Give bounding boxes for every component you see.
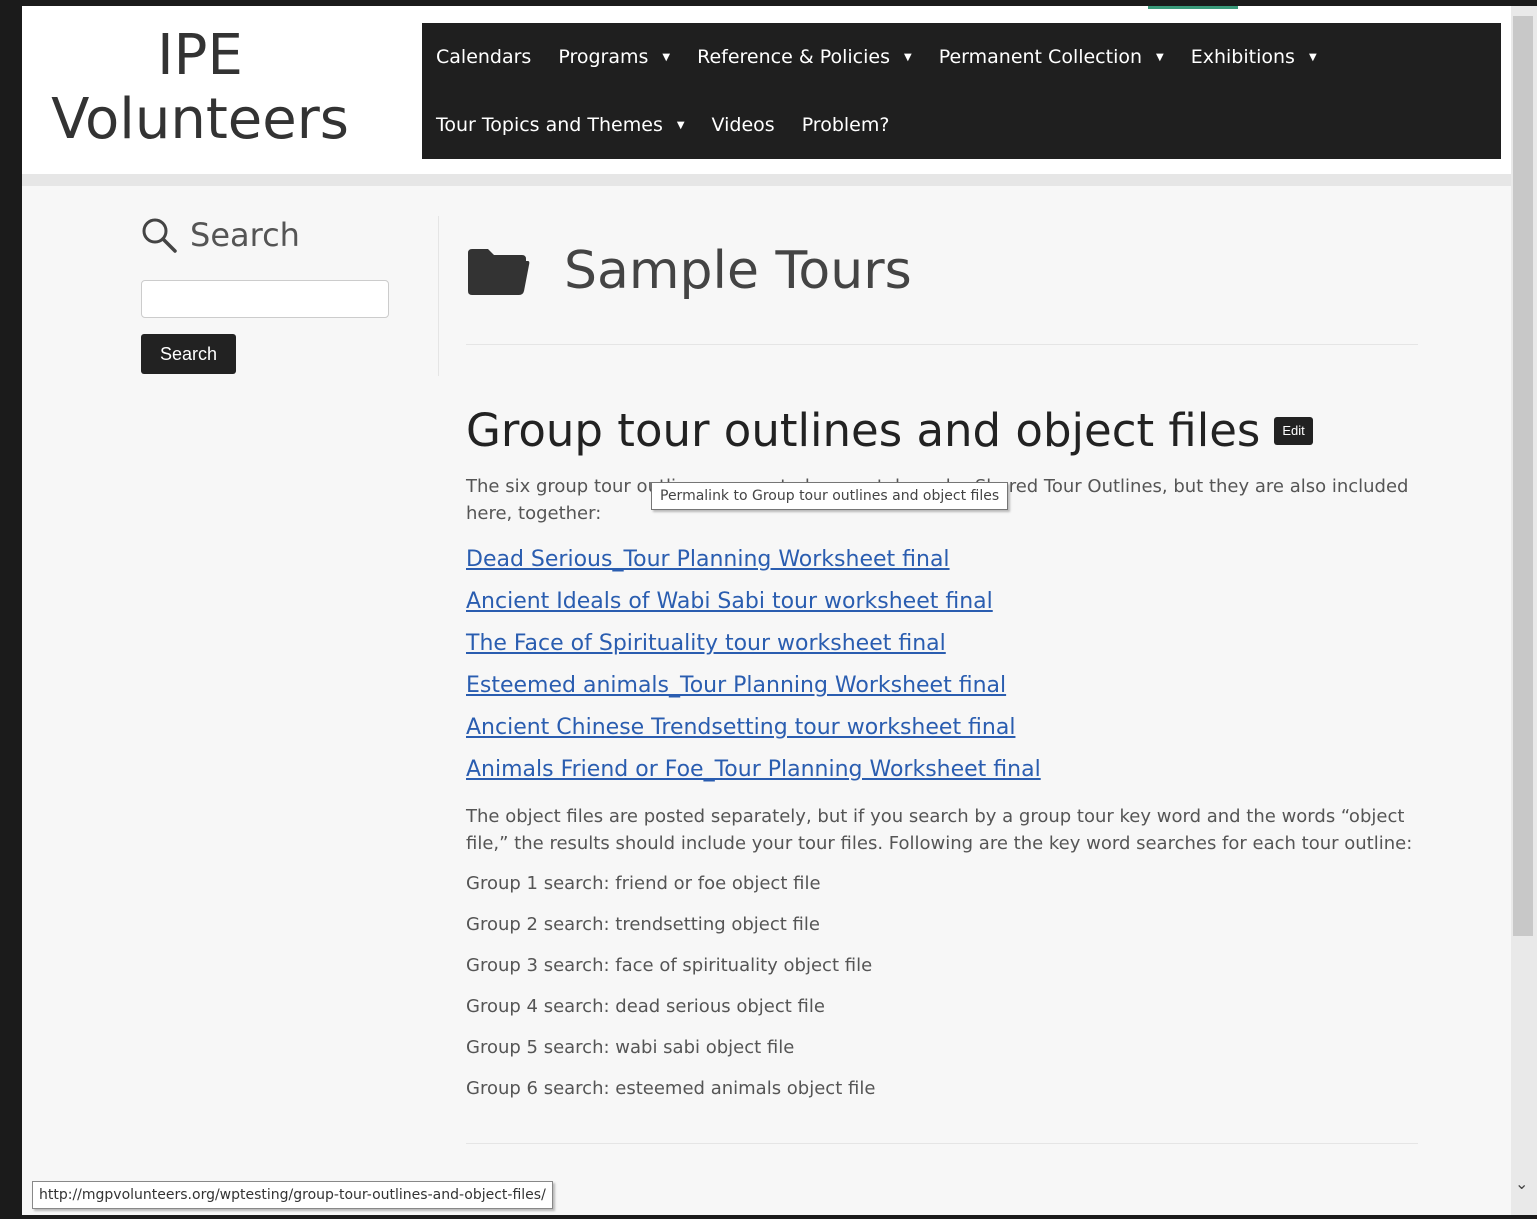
caret-down-icon: ▼ [903,51,912,63]
nav-item-calendars[interactable]: Calendars [436,46,531,68]
nav-item-label: Videos [711,114,775,136]
nav-item-label: Exhibitions [1190,46,1295,68]
nav-item-label: Tour Topics and Themes [436,114,663,136]
nav-item-programs[interactable]: Programs ▼ [558,46,670,68]
nav-item-permanent-collection[interactable]: Permanent Collection ▼ [939,46,1164,68]
nav-item-reference-policies[interactable]: Reference & Policies ▼ [697,46,912,68]
divider [466,1143,1418,1144]
group-search-item: Group 4 search: dead serious object file [466,996,825,1017]
group-search-list: Group 1 search: friend or foe object fil… [466,863,1418,1109]
site-header: IPE Volunteers Calendars Programs ▼ Referen… [22,6,1511,186]
scrollbar-thumb[interactable] [1513,16,1533,936]
scroll-down-arrow-icon[interactable]: ⌄ [1515,1174,1528,1193]
search-icon [142,218,177,253]
sidebar: Search Search [140,216,440,374]
caret-down-icon: ▼ [676,119,685,131]
object-files-note: The object files are posted separately, … [466,806,1413,854]
page-title: Sample Tours [564,241,912,301]
nav-item-tour-topics-and-themes[interactable]: Tour Topics and Themes ▼ [436,114,685,136]
folder-icon [468,249,530,295]
vertical-scrollbar[interactable]: ⌄ [1511,6,1537,1215]
worksheet-link[interactable]: The Face of Spirituality tour worksheet … [466,623,1418,665]
worksheet-link[interactable]: Ancient Ideals of Wabi Sabi tour workshe… [466,581,1418,623]
status-bar-url: http://mgpvolunteers.org/wptesting/group… [32,1181,553,1209]
post-title-text: Group tour outlines and object files [466,404,1261,457]
nav-item-exhibitions[interactable]: Exhibitions ▼ [1191,46,1317,68]
permalink-tooltip: Permalink to Group tour outlines and obj… [651,482,1009,510]
sidebar-divider [438,216,439,376]
group-search-item: Group 1 search: friend or foe object fil… [466,873,821,894]
site-title-line2: Volunteers [51,87,349,152]
worksheet-links: Dead Serious_Tour Planning Worksheet fin… [466,539,1418,791]
caret-down-icon: ▼ [1308,51,1317,63]
browser-viewport: IPE Volunteers Calendars Programs ▼ Referen… [22,6,1511,1215]
main-content: Sample Tours Group tour outlines and obj… [466,226,1418,1144]
caret-down-icon: ▼ [1156,51,1164,63]
nav-item-label: Programs [558,46,649,68]
nav-item-label: Permanent Collection [938,46,1143,68]
search-heading-label: Search [190,216,300,254]
group-search-item: Group 3 search: face of spirituality obj… [466,955,873,976]
nav-row-1: Calendars Programs ▼ Reference & Policies ▼ P… [436,23,1344,91]
worksheet-link[interactable]: Esteemed animals_Tour Planning Worksheet… [466,665,1418,707]
site-title[interactable]: IPE Volunteers [22,24,378,152]
worksheet-link[interactable]: Dead Serious_Tour Planning Worksheet fin… [466,539,1418,581]
main-nav: Calendars Programs ▼ Reference & Policies ▼ P… [422,23,1501,159]
header-accent-bar [1148,6,1238,9]
site-title-line1: IPE [157,23,243,88]
nav-item-videos[interactable]: Videos [712,114,775,136]
caret-down-icon: ▼ [662,51,671,63]
post-title[interactable]: Group tour outlines and object files Edi… [466,403,1418,459]
worksheet-link[interactable]: Animals Friend or Foe_Tour Planning Work… [466,749,1418,791]
group-search-item: Group 2 search: trendsetting object file [466,914,820,935]
nav-row-2: Tour Topics and Themes ▼ Videos Problem? [436,91,916,159]
search-heading: Search [140,216,440,254]
edit-button[interactable]: Edit [1274,417,1313,445]
nav-item-label: Calendars [436,46,532,68]
nav-item-label: Reference & Policies [697,46,890,68]
page-header: Sample Tours [466,226,1418,316]
worksheet-link[interactable]: Ancient Chinese Trendsetting tour worksh… [466,707,1418,749]
nav-item-label: Problem? [801,114,890,136]
nav-item-problem[interactable]: Problem? [802,114,890,136]
group-search-item: Group 6 search: esteemed animals object … [466,1078,876,1099]
search-button[interactable]: Search [141,334,236,374]
search-input[interactable] [141,280,389,318]
group-search-item: Group 5 search: wabi sabi object file [466,1037,795,1058]
divider [466,344,1418,345]
